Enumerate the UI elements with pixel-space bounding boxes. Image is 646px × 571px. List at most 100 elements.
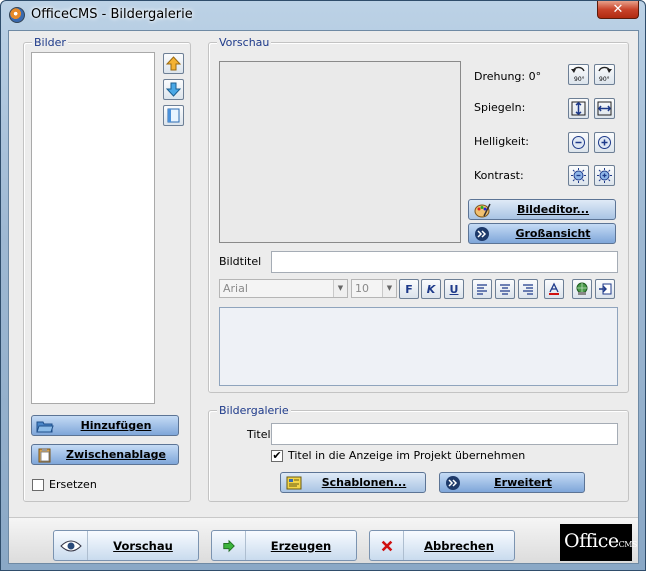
bildergalerie-legend: Bildergalerie: [217, 404, 291, 417]
image-title-label: Bildtitel: [219, 255, 262, 268]
window-title: OfficeCMS - Bildergalerie: [31, 7, 193, 22]
align-left-icon: [477, 284, 487, 295]
contrast-down-button[interactable]: [568, 165, 589, 186]
page-icon: [167, 108, 180, 123]
dialog-client-area: Bilder Hinzufügen Zwischenablage Ersetze…: [8, 30, 639, 564]
dialog-window: OfficeCMS - Bildergalerie ✕ Bilder Hinzu…: [0, 0, 646, 571]
brightness-down-button[interactable]: [568, 132, 589, 153]
rotate-right-icon: 90°: [598, 66, 612, 83]
text-color-icon: [549, 282, 559, 295]
bilder-legend: Bilder: [32, 36, 68, 49]
contrast-up-button[interactable]: [594, 165, 615, 186]
italic-button[interactable]: K: [421, 279, 441, 299]
brightness-up-button[interactable]: [594, 132, 615, 153]
preview-button-label: Vorschau: [113, 538, 173, 553]
gallery-title-label: Titel: [247, 428, 271, 441]
mirror-horizontal-button[interactable]: [594, 98, 615, 119]
double-chevron-right-icon: [473, 225, 491, 242]
folder-open-icon: [36, 417, 54, 434]
vorschau-legend: Vorschau: [217, 36, 272, 49]
image-description-textarea[interactable]: [219, 307, 618, 386]
large-view-label: Großansicht: [515, 227, 591, 240]
template-icon: [285, 474, 303, 491]
svg-text:90°: 90°: [599, 76, 610, 83]
align-right-icon: [523, 284, 533, 295]
eye-icon: [54, 531, 88, 560]
logo-text: Office: [564, 530, 619, 552]
align-left-button[interactable]: [472, 279, 492, 299]
globe-link-icon: [576, 282, 588, 295]
insert-button[interactable]: [595, 279, 615, 299]
svg-text:90°: 90°: [574, 76, 585, 83]
close-button[interactable]: ✕: [597, 1, 639, 19]
brightness-down-icon: [572, 136, 585, 149]
title-display-checkbox[interactable]: ✔: [271, 450, 283, 462]
preview-button[interactable]: Vorschau: [53, 530, 199, 561]
cancel-button[interactable]: Abbrechen: [369, 530, 515, 561]
image-editor-button[interactable]: Bildeditor...: [468, 199, 616, 220]
clipboard-icon: [36, 446, 54, 463]
arrow-down-icon: [165, 82, 182, 97]
flip-horizontal-icon: [597, 101, 612, 116]
brightness-label: Helligkeit:: [474, 135, 530, 148]
add-button-label: Hinzufügen: [80, 419, 152, 432]
replace-checkbox[interactable]: [32, 479, 44, 491]
officecms-logo: OfficeCMS: [560, 524, 637, 561]
contrast-up-icon: [597, 168, 612, 183]
align-right-button[interactable]: [518, 279, 538, 299]
large-view-button[interactable]: Großansicht: [468, 223, 616, 244]
clipboard-button-label: Zwischenablage: [66, 448, 166, 461]
arrow-up-icon: [165, 56, 182, 71]
flip-vertical-icon: [571, 101, 586, 116]
align-center-icon: [500, 284, 510, 295]
rotate-left-button[interactable]: 90°: [568, 64, 589, 85]
brightness-up-icon: [598, 136, 611, 149]
properties-button[interactable]: [163, 105, 184, 126]
paint-palette-icon: [473, 201, 491, 218]
move-down-button[interactable]: [163, 79, 184, 100]
templates-button-label: Schablonen...: [321, 476, 407, 489]
text-color-button[interactable]: [544, 279, 564, 299]
advanced-button[interactable]: Erweitert: [439, 472, 585, 493]
chevron-down-icon: ▼: [333, 280, 347, 297]
mirror-label: Spiegeln:: [474, 101, 526, 114]
create-button-label: Erzeugen: [270, 538, 332, 553]
image-preview: [219, 61, 461, 243]
move-up-button[interactable]: [163, 53, 184, 74]
bold-button[interactable]: F: [399, 279, 419, 299]
add-button[interactable]: Hinzufügen: [31, 415, 179, 436]
link-button[interactable]: [572, 279, 592, 299]
logo-subtext: CMS: [618, 540, 638, 549]
create-button[interactable]: Erzeugen: [211, 530, 357, 561]
arrow-right-icon: [212, 531, 246, 560]
cancel-button-label: Abbrechen: [424, 538, 494, 553]
font-size-value: 10: [355, 282, 369, 295]
mirror-vertical-button[interactable]: [568, 98, 589, 119]
replace-label: Ersetzen: [49, 478, 97, 491]
templates-button[interactable]: Schablonen...: [280, 472, 426, 493]
rotate-left-icon: 90°: [571, 66, 585, 83]
insert-arrow-icon: [599, 283, 612, 295]
footer-bar: Vorschau Erzeugen Abbrechen OfficeCMS: [9, 517, 638, 563]
image-list[interactable]: [31, 52, 155, 404]
font-select-value: Arial: [223, 282, 248, 295]
title-display-label: Titel in die Anzeige im Projekt übernehm…: [288, 449, 526, 462]
double-chevron-right-icon: [444, 474, 462, 491]
gallery-title-input[interactable]: [271, 423, 618, 445]
close-icon: [370, 531, 404, 560]
title-bar[interactable]: OfficeCMS - Bildergalerie ✕: [1, 1, 645, 30]
image-editor-label: Bildeditor...: [516, 203, 590, 216]
underline-button[interactable]: U: [444, 279, 464, 299]
contrast-down-icon: [571, 168, 586, 183]
font-select[interactable]: Arial ▼: [219, 279, 348, 298]
align-center-button[interactable]: [495, 279, 515, 299]
font-size-select[interactable]: 10 ▼: [351, 279, 397, 298]
image-title-input[interactable]: [271, 251, 618, 273]
rotation-label: Drehung: 0°: [474, 70, 542, 83]
contrast-label: Kontrast:: [474, 169, 524, 182]
rotate-right-button[interactable]: 90°: [594, 64, 615, 85]
advanced-button-label: Erweitert: [494, 476, 552, 489]
app-icon: [9, 7, 25, 23]
clipboard-button[interactable]: Zwischenablage: [31, 444, 179, 465]
chevron-down-icon: ▼: [382, 280, 396, 297]
